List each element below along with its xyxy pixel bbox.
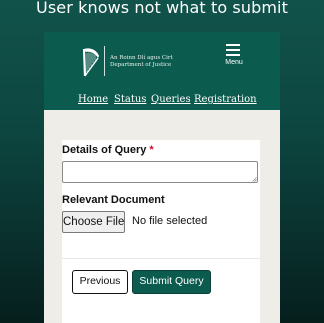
file-status-text: No file selected <box>132 215 208 227</box>
harp-icon <box>82 48 99 77</box>
nav-link-registration[interactable]: Registration <box>194 94 257 106</box>
nav-link-home[interactable]: Home <box>78 94 108 106</box>
details-of-query-label: Details of Query * <box>62 144 154 157</box>
menu-button[interactable]: Menu <box>222 44 246 66</box>
screenshot-caption: User knows not what to submit <box>36 0 288 17</box>
menu-label: Menu <box>225 59 243 66</box>
submit-query-button[interactable]: Submit Query <box>132 270 211 294</box>
department-name-english: Department of Justice <box>110 62 172 68</box>
form-divider <box>62 258 260 259</box>
required-marker: * <box>149 144 154 156</box>
details-of-query-input[interactable] <box>62 161 258 183</box>
choose-file-button[interactable]: Choose File <box>62 211 125 233</box>
phone-screen: An Roinn Dlí agus Cirt Department of Jus… <box>44 32 280 323</box>
nav-link-queries[interactable]: Queries <box>151 94 191 106</box>
details-of-query-text: Details of Query <box>62 144 147 156</box>
logo-divider <box>104 46 105 76</box>
resize-handle-icon[interactable] <box>252 177 257 182</box>
site-header: An Roinn Dlí agus Cirt Department of Jus… <box>44 32 280 110</box>
department-name-irish: An Roinn Dlí agus Cirt <box>110 55 173 61</box>
relevant-document-label: Relevant Document <box>62 194 165 206</box>
nav-link-status[interactable]: Status <box>114 94 146 106</box>
previous-button[interactable]: Previous <box>72 270 128 294</box>
main-navigation: Home Status Queries Registration <box>44 94 280 106</box>
query-form: Details of Query * Relevant Document Cho… <box>62 140 260 323</box>
